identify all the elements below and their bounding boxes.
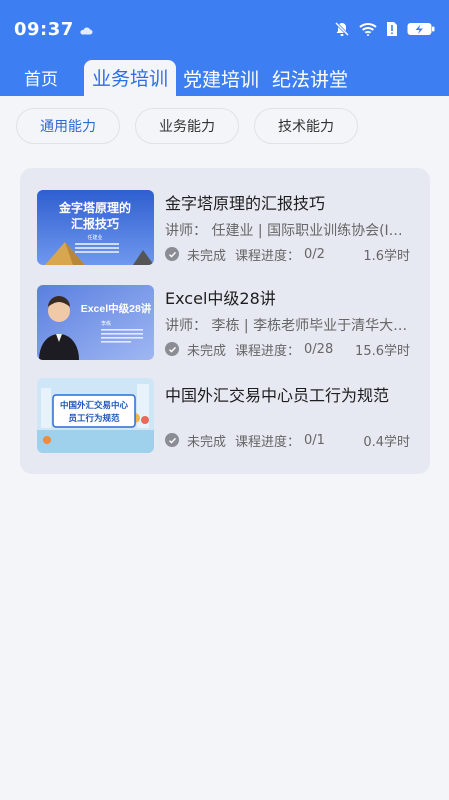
mute-bell-icon <box>334 21 350 37</box>
tab-home[interactable]: 首页 <box>24 64 58 96</box>
thumb-title-line1: 中国外汇交易中心 <box>60 400 129 410</box>
course-title: Excel中级28讲 <box>165 289 276 308</box>
filter-general-ability[interactable]: 通用能力 <box>16 108 120 144</box>
check-circle-icon <box>165 433 179 447</box>
progress-label: 课程进度： <box>235 343 301 359</box>
tab-law-lecture[interactable]: 纪法讲堂 <box>272 64 348 96</box>
progress-value: 0/1 <box>304 432 325 448</box>
course-hours: 1.6学时 <box>363 248 410 264</box>
completion-status: 未完成 <box>187 343 227 359</box>
thumb-title-line1: 金字塔原理的 <box>58 200 131 215</box>
thumb-title: Excel中级28讲 <box>81 302 152 315</box>
course-title: 中国外汇交易中心员工行为规范 <box>165 386 390 405</box>
tab-party-training[interactable]: 党建培训 <box>183 64 259 96</box>
course-item[interactable]: 中国外汇交易中心 员工行为规范 中国外汇交易中心员工行为规范 未完成 课程进度：… <box>20 378 430 458</box>
course-list: 金字塔原理的 汇报技巧 任建业 金字塔原理的汇报技巧 讲师： 任建业 | 国际职… <box>20 168 430 474</box>
header-bar: 09:37 首页 业务培训 党建培训 纪法讲堂 <box>0 0 449 96</box>
thumb-teacher: 任建业 <box>87 234 102 241</box>
thumb-title-line2: 汇报技巧 <box>71 216 119 231</box>
sim-alert-icon <box>387 22 397 36</box>
course-title: 金字塔原理的汇报技巧 <box>165 194 326 213</box>
check-circle-icon <box>165 247 179 261</box>
completion-status: 未完成 <box>187 248 227 264</box>
course-item[interactable]: 金字塔原理的 汇报技巧 任建业 金字塔原理的汇报技巧 讲师： 任建业 | 国际职… <box>20 190 430 270</box>
filter-business-ability[interactable]: 业务能力 <box>135 108 239 144</box>
course-thumbnail: Excel中级28讲 李栋 <box>37 285 154 360</box>
battery-charging-icon <box>407 23 435 35</box>
course-meta: 未完成 课程进度： 0/1 0.4学时 <box>165 430 410 450</box>
course-thumbnail: 金字塔原理的 汇报技巧 任建业 <box>37 190 154 265</box>
tab-bar: 首页 业务培训 党建培训 纪法讲堂 <box>0 58 449 96</box>
thumb-teacher: 李栋 <box>101 320 111 327</box>
course-meta: 未完成 课程进度： 0/2 1.6学时 <box>165 244 410 264</box>
progress-label: 课程进度： <box>235 248 301 264</box>
tab-business-training[interactable]: 业务培训 <box>84 60 176 96</box>
course-item[interactable]: Excel中级28讲 李栋 Excel中级28讲 讲师： 李栋 | 李栋老师毕业… <box>20 285 430 365</box>
course-hours: 15.6学时 <box>355 343 410 359</box>
progress-value: 0/2 <box>304 246 325 262</box>
course-teacher: 讲师： 李栋 | 李栋老师毕业于清华大… <box>165 318 408 334</box>
completion-status: 未完成 <box>187 434 227 450</box>
check-circle-icon <box>165 342 179 356</box>
wifi-icon <box>359 23 377 36</box>
filter-technical-ability[interactable]: 技术能力 <box>254 108 358 144</box>
course-teacher: 讲师： 任建业 | 国际职业训练协会(IP… <box>165 223 410 239</box>
filter-chips: 通用能力 业务能力 技术能力 <box>16 108 358 144</box>
course-thumbnail: 中国外汇交易中心 员工行为规范 <box>37 378 154 453</box>
course-hours: 0.4学时 <box>363 434 410 450</box>
progress-label: 课程进度： <box>235 434 301 450</box>
status-bar: 09:37 <box>0 0 449 58</box>
course-meta: 未完成 课程进度： 0/28 15.6学时 <box>165 339 410 359</box>
thumb-title-line2: 员工行为规范 <box>68 413 120 423</box>
progress-value: 0/28 <box>304 341 334 357</box>
status-time: 09:37 <box>14 18 74 40</box>
cloud-icon <box>80 27 93 35</box>
